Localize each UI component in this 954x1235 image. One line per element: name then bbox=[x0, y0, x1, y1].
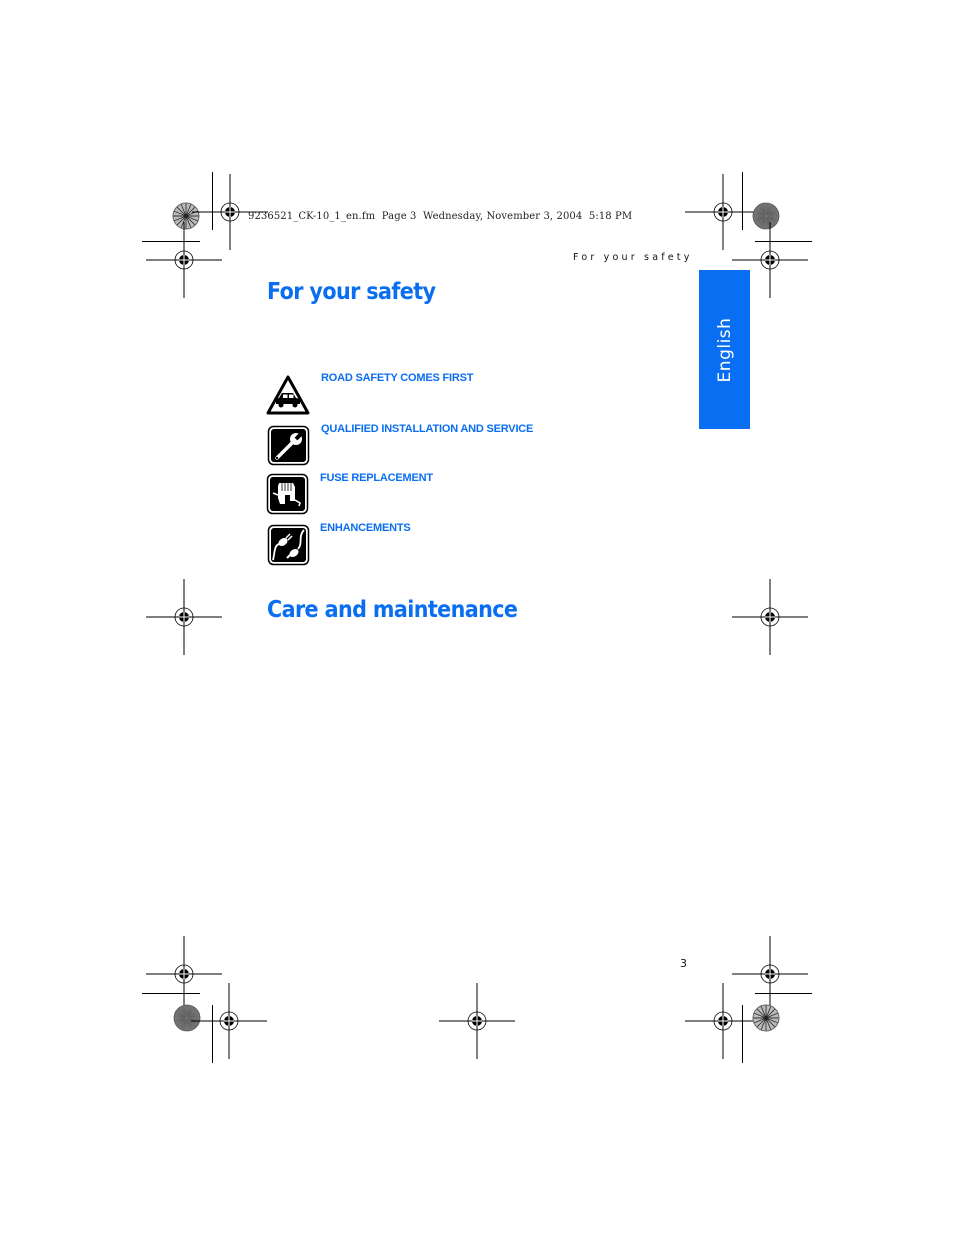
safety-item-label: QUALIFIED INSTALLATION AND SERVICE bbox=[321, 423, 534, 435]
safety-item-label: ENHANCEMENTS bbox=[320, 522, 411, 534]
page-number: 3 bbox=[680, 957, 687, 970]
wrench-icon bbox=[267, 425, 310, 466]
color-bar-icon bbox=[172, 202, 200, 230]
registration-target-icon bbox=[145, 935, 223, 1013]
registration-target-icon bbox=[684, 982, 762, 1060]
slug-file-name: 9236521_CK-10_1_en.fm bbox=[248, 211, 376, 222]
registration-target-icon bbox=[684, 173, 762, 251]
section-title: Care and maintenance bbox=[267, 597, 518, 623]
safety-item-label: FUSE REPLACEMENT bbox=[320, 472, 433, 484]
registration-target-icon bbox=[190, 982, 268, 1060]
registration-target-icon bbox=[731, 578, 809, 656]
language-tab: English bbox=[699, 270, 750, 429]
language-tab-label: English bbox=[714, 317, 735, 382]
running-head: For your safety bbox=[573, 252, 693, 263]
slug-time: 5:18 PM bbox=[588, 211, 633, 222]
color-bar-icon bbox=[752, 202, 780, 230]
safety-item-label: ROAD SAFETY COMES FIRST bbox=[321, 372, 474, 384]
color-bar-icon bbox=[173, 1004, 201, 1032]
section-title: For your safety bbox=[267, 279, 436, 305]
fuse-icon bbox=[266, 473, 309, 515]
slug-page: Page 3 bbox=[381, 211, 417, 222]
registration-target-icon bbox=[731, 935, 809, 1013]
registration-target-icon bbox=[145, 221, 223, 299]
color-bar-icon bbox=[752, 1004, 780, 1032]
plug-enhancements-icon bbox=[267, 524, 310, 566]
road-safety-car-icon bbox=[266, 375, 310, 415]
print-slug: 9236521_CK-10_1_en.fm Page 3 Wednesday, … bbox=[248, 211, 632, 222]
slug-date: Wednesday, November 3, 2004 bbox=[423, 211, 583, 222]
registration-target-icon bbox=[438, 982, 516, 1060]
registration-target-icon bbox=[145, 578, 223, 656]
